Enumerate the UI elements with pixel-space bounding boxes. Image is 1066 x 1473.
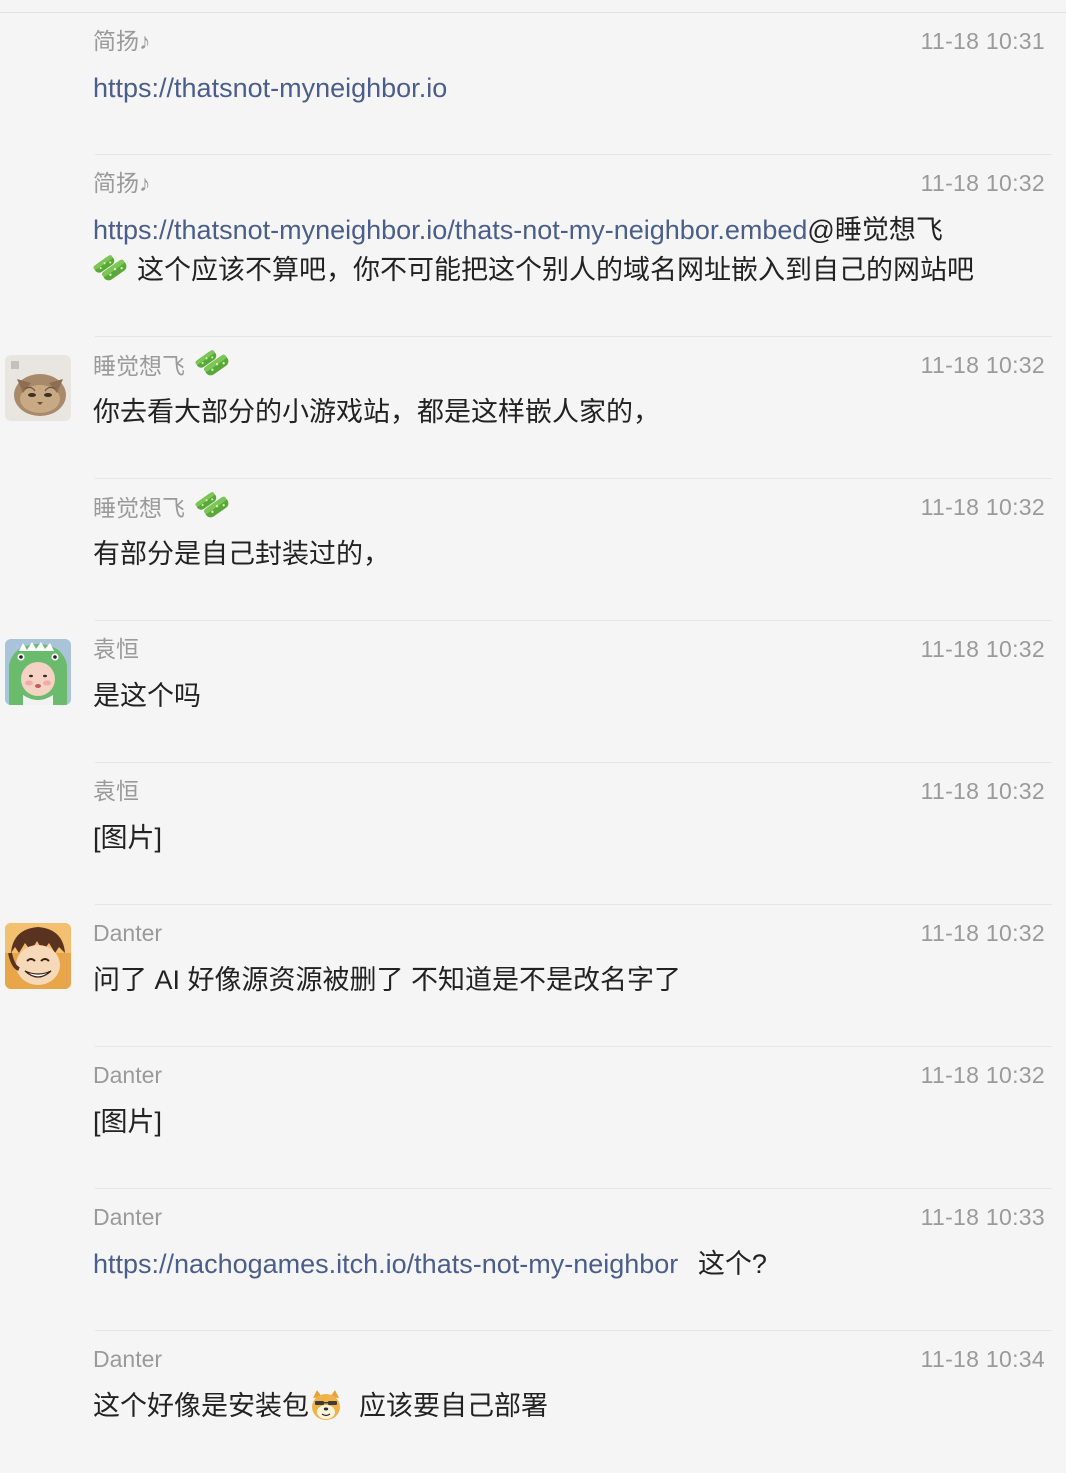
anime-boy-avatar[interactable]	[5, 923, 71, 989]
message-link[interactable]: https://thatsnot-myneighbor.io/thats-not…	[93, 215, 807, 245]
message-time: 11-18 10:32	[920, 352, 1045, 378]
sender-name-text: 睡觉想飞	[93, 495, 185, 522]
cat-avatar[interactable]	[5, 355, 71, 421]
message-text: 这个应该不算吧，你不可能把这个别人的域名网址嵌入到自己的网站吧	[137, 255, 974, 285]
message-item[interactable]: 袁恒 11-18 10:32 是这个吗	[0, 621, 1066, 763]
baby-dino-avatar[interactable]	[5, 639, 71, 705]
message-link[interactable]: https://nachogames.itch.io/thats-not-my-…	[93, 1249, 678, 1279]
message-link[interactable]: https://thatsnot-myneighbor.io	[93, 73, 447, 103]
sender-name: 袁恒	[93, 778, 139, 804]
message-content: https://thatsnot-myneighbor.io	[93, 68, 1048, 108]
sender-name: 袁恒	[93, 636, 139, 662]
message-item[interactable]: 袁恒 11-18 10:32 [图片]	[0, 763, 1066, 905]
cucumber-emoji-icon	[195, 491, 230, 520]
message-content: 这个好像是安装包 应该要自己部署	[93, 1386, 1048, 1426]
message-time: 11-18 10:32	[920, 1062, 1045, 1088]
message-text: 问了 AI 好像源资源被删了 不知道是不是改名字了	[93, 965, 682, 995]
message-time: 11-18 10:33	[920, 1204, 1045, 1230]
cucumber-emoji-icon	[93, 254, 127, 283]
message-item[interactable]: 简扬♪ 11-18 10:31 https://thatsnot-myneigh…	[0, 13, 1066, 155]
message-item[interactable]: Danter 11-18 10:32 问了 AI 好像源资源被删了 不知道是不是…	[0, 905, 1066, 1047]
message-text: 这个?	[697, 1249, 767, 1279]
sender-name: Danter	[93, 1346, 163, 1372]
message-item[interactable]: 睡觉想飞 11-18 10:32 有部分是自己封装过的，	[0, 479, 1066, 621]
message-item[interactable]: 睡觉想飞 11-18 10:32 你去看大部分的小游戏站，都是这样嵌人家的，	[0, 337, 1066, 479]
sender-name: 简扬♪	[93, 170, 151, 196]
message-item[interactable]: Danter 11-18 10:33 https://nachogames.it…	[0, 1189, 1066, 1331]
message-time: 11-18 10:32	[920, 170, 1045, 196]
baby-dino-avatar-icon	[5, 639, 71, 705]
sender-name: Danter	[93, 1062, 163, 1088]
sender-name: Danter	[93, 1204, 163, 1230]
sender-name-text: 睡觉想飞	[93, 353, 185, 380]
message-content: https://thatsnot-myneighbor.io/thats-not…	[93, 210, 1048, 290]
message-text[interactable]: [图片]	[93, 818, 1048, 858]
message-content: https://nachogames.itch.io/thats-not-my-…	[93, 1244, 1048, 1284]
cucumber-emoji-icon	[195, 349, 230, 378]
message-time: 11-18 10:34	[920, 1346, 1045, 1372]
message-text: 是这个吗	[93, 681, 201, 711]
doge-emoji-icon	[312, 1389, 340, 1420]
sender-name: 睡觉想飞	[93, 349, 230, 385]
message-item[interactable]: Danter 11-18 10:34 这个好像是安装包 应该要自己部署	[0, 1331, 1066, 1473]
anime-boy-avatar-icon	[5, 923, 71, 989]
message-text: 应该要自己部署	[359, 1391, 548, 1421]
message-time: 11-18 10:32	[920, 636, 1045, 662]
sender-name: 简扬♪	[93, 28, 151, 54]
message-item[interactable]: 简扬♪ 11-18 10:32 https://thatsnot-myneigh…	[0, 155, 1066, 337]
message-item[interactable]: Danter 11-18 10:32 [图片]	[0, 1047, 1066, 1189]
message-text: 你去看大部分的小游戏站，都是这样嵌人家的，	[93, 397, 660, 427]
mention[interactable]: @睡觉想飞	[807, 215, 942, 245]
sender-name: Danter	[93, 920, 163, 946]
message-text: 这个好像是安装包	[93, 1391, 309, 1421]
chat-message-list[interactable]: 简扬♪ 11-18 10:31 https://thatsnot-myneigh…	[0, 13, 1066, 1473]
message-text[interactable]: [图片]	[93, 1102, 1048, 1142]
message-time: 11-18 10:32	[920, 920, 1045, 946]
message-time: 11-18 10:31	[920, 28, 1045, 54]
cat-avatar-icon	[5, 355, 71, 421]
message-time: 11-18 10:32	[920, 494, 1045, 520]
sender-name: 睡觉想飞	[93, 491, 230, 527]
message-text: 有部分是自己封装过的，	[93, 539, 390, 569]
message-time: 11-18 10:32	[920, 778, 1045, 804]
